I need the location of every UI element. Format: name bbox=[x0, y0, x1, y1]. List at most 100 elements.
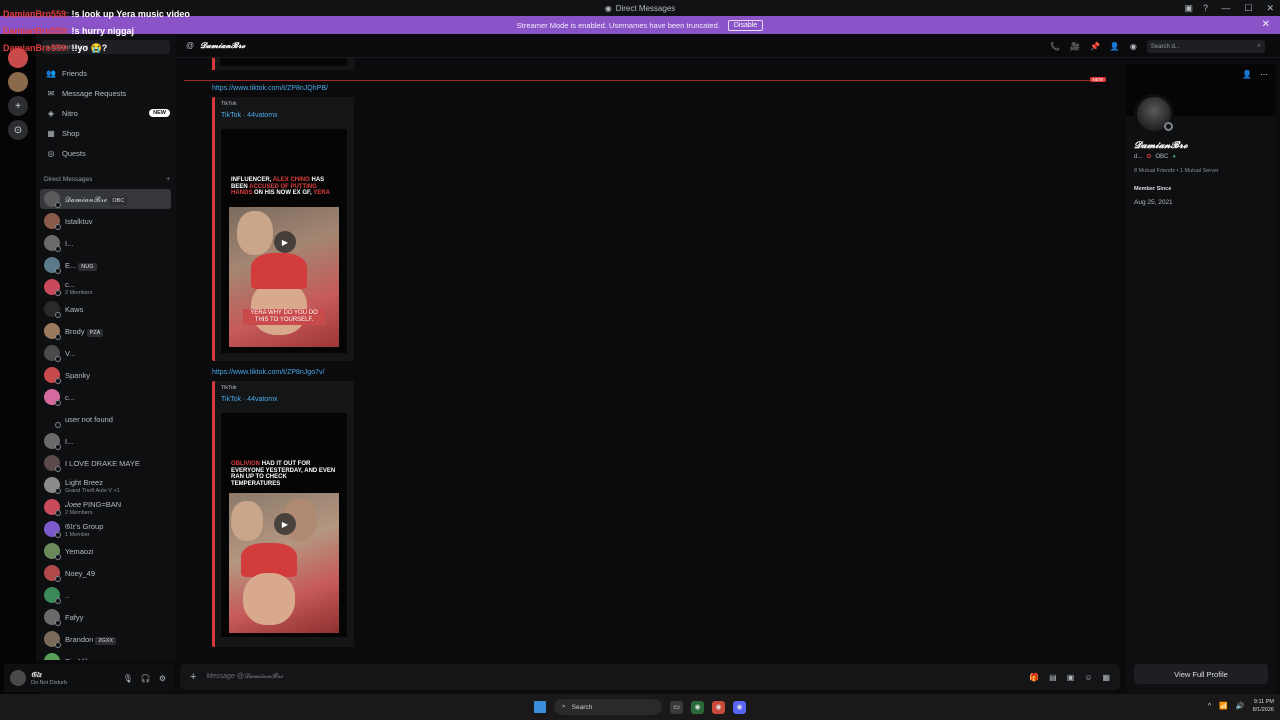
nav-shop[interactable]: ▦ Shop bbox=[42, 124, 170, 142]
dm-list-item[interactable]: Light Breez Grand Theft Auto V +1 bbox=[40, 475, 171, 495]
search-input[interactable]: Search d... ⌕ bbox=[1146, 40, 1265, 53]
embed-title[interactable]: TikTok · 44vatomx bbox=[221, 396, 278, 403]
dm-list-item[interactable]: user not found bbox=[40, 409, 171, 429]
emoji-icon[interactable]: ☺ bbox=[1084, 673, 1092, 682]
dm-list-item[interactable]: Fafyy bbox=[40, 607, 171, 627]
microphone-icon[interactable]: 🎙 bbox=[123, 674, 133, 683]
avatar bbox=[44, 433, 61, 450]
minimize-button[interactable]: — bbox=[1221, 3, 1230, 13]
dm-list-item[interactable]: E... NUG bbox=[40, 255, 171, 275]
embed-video[interactable]: Oblivion had it out for everyone yesterd… bbox=[221, 413, 347, 637]
clock[interactable]: 9:11 PM 8/1/2026 bbox=[1253, 698, 1274, 714]
status-indicator bbox=[55, 620, 61, 626]
dm-list-item[interactable]: 𝓓𝓪𝓶𝓲𝓪𝓷𝓑𝓻𝓸 OBC bbox=[40, 189, 171, 209]
dm-list-item[interactable]: Kaws bbox=[40, 299, 171, 319]
help-icon[interactable]: ? bbox=[1203, 3, 1208, 13]
profile-toggle-icon[interactable]: ◉ bbox=[1130, 42, 1137, 51]
dm-list-item[interactable]: 𝐽𝑜𝑒𝑒 PING=BAN 2 Members bbox=[40, 497, 171, 517]
embed-video[interactable]: Influencer, Alex Chino has been accused … bbox=[221, 129, 347, 353]
apps-icon[interactable]: ▦ bbox=[1102, 673, 1110, 682]
avatar bbox=[44, 323, 61, 340]
chevron-up-icon[interactable]: ^ bbox=[1208, 703, 1211, 710]
play-icon[interactable]: ▶ bbox=[274, 513, 296, 535]
nav-message-requests[interactable]: ✉ Message Requests bbox=[42, 84, 170, 102]
dm-subtext: 2 Members bbox=[65, 510, 93, 516]
dm-list-item[interactable]: V... bbox=[40, 343, 171, 363]
voice-call-icon[interactable]: 📞 bbox=[1050, 42, 1060, 51]
settings-gear-icon[interactable]: ⚙ bbox=[159, 674, 166, 683]
server-icon[interactable] bbox=[8, 72, 28, 92]
status-indicator bbox=[55, 642, 61, 648]
nav-friends[interactable]: 👥 Friends bbox=[42, 64, 170, 82]
avatar bbox=[44, 257, 61, 274]
chat-area: @ 𝓓𝓪𝓶𝓲𝓪𝓷𝓑𝓻𝓸 NEW https://www.tiktok.com/t… bbox=[176, 34, 1280, 694]
overlay-chat-line: DamianBro559: !s look up Yera music vide… bbox=[3, 9, 190, 19]
dm-header-label: Direct Messages bbox=[44, 176, 93, 183]
dm-list-item[interactable]: .. bbox=[40, 585, 171, 605]
embed-title[interactable]: TikTok · 44vatomx bbox=[221, 112, 278, 119]
dm-list-item[interactable]: I... bbox=[40, 233, 171, 253]
gift-icon[interactable]: 🎁 bbox=[1029, 673, 1039, 682]
headphones-icon[interactable]: 🎧 bbox=[141, 674, 151, 683]
dm-list-item[interactable]: Brandon 2GXX bbox=[40, 629, 171, 649]
dm-list-item[interactable]: Noey_49 bbox=[40, 563, 171, 583]
guild-tag: 2GXX bbox=[95, 637, 117, 645]
dm-list-item[interactable]: I LOVE DRAKE MAYE bbox=[40, 453, 171, 473]
more-icon[interactable]: ⋯ bbox=[1260, 70, 1268, 79]
close-window-button[interactable]: ✕ bbox=[1266, 3, 1274, 14]
message-link[interactable]: https://www.tiktok.com/t/ZP8nJQhPB/ bbox=[212, 85, 328, 92]
view-full-profile-button[interactable]: View Full Profile bbox=[1134, 664, 1268, 684]
windows-start-icon[interactable] bbox=[534, 701, 546, 713]
add-friends-icon[interactable]: 👤 bbox=[1110, 42, 1120, 51]
dm-list-item[interactable]: Spanky bbox=[40, 365, 171, 385]
mutual-info[interactable]: 8 Mutual Friends • 1 Mutual Server bbox=[1134, 168, 1219, 174]
dm-list-item[interactable]: Big Mike bbox=[40, 651, 171, 660]
status-indicator bbox=[55, 510, 61, 516]
sticker-icon[interactable]: ▣ bbox=[1067, 673, 1075, 682]
play-icon[interactable]: ▶ bbox=[274, 231, 296, 253]
maximize-button[interactable]: ☐ bbox=[1244, 3, 1252, 14]
profile-username: d... bbox=[1134, 153, 1143, 160]
avatar bbox=[44, 587, 61, 604]
close-icon[interactable]: ✕ bbox=[1262, 19, 1270, 30]
dm-list-item[interactable]: Brody PZA bbox=[40, 321, 171, 341]
app-icon[interactable]: ◉ bbox=[712, 700, 725, 714]
status-indicator bbox=[55, 532, 61, 538]
video-bottom-text: YERA WHY DO YOU DO THIS TO YOURSELF. bbox=[243, 309, 325, 325]
video-call-icon[interactable]: 🎥 bbox=[1070, 42, 1080, 51]
dm-list-item[interactable]: c... 2 Members bbox=[40, 277, 171, 297]
file-explorer-icon[interactable]: ▭ bbox=[670, 700, 683, 714]
gif-icon[interactable]: ▤ bbox=[1049, 673, 1057, 682]
dm-list-item[interactable]: Istalktuv bbox=[40, 211, 171, 231]
avatar[interactable] bbox=[10, 670, 26, 686]
add-server-icon[interactable]: + bbox=[8, 96, 28, 116]
dm-list-item[interactable]: c... bbox=[40, 387, 171, 407]
pin-icon[interactable]: 📌 bbox=[1090, 42, 1100, 51]
chrome-icon[interactable]: ◉ bbox=[691, 700, 704, 714]
nav-nitro[interactable]: ◈ Nitro NEW bbox=[42, 104, 170, 122]
avatar bbox=[44, 367, 61, 384]
status-indicator bbox=[55, 444, 61, 450]
message-link[interactable]: https://www.tiktok.com/t/ZP8nJgo7v/ bbox=[212, 369, 324, 376]
dm-list-item[interactable]: 𝔊𝔩𝔵's Group 1 Member bbox=[40, 519, 171, 539]
dm-list-item[interactable]: I... bbox=[40, 431, 171, 451]
discover-icon[interactable]: ⊙ bbox=[8, 120, 28, 140]
volume-icon[interactable]: 🔊 bbox=[1236, 702, 1245, 710]
dm-name: V... bbox=[65, 349, 76, 358]
inbox-icon[interactable]: ▣ bbox=[1184, 3, 1193, 14]
dm-list-item[interactable]: Yemaozi bbox=[40, 541, 171, 561]
taskbar-search[interactable]: ⌕ Search bbox=[554, 699, 662, 715]
discord-taskbar-icon[interactable]: ◉ bbox=[733, 700, 746, 714]
dm-text: Yemaozi bbox=[65, 545, 94, 557]
message-composer[interactable]: + Message @𝓓𝓪𝓶𝓲𝓪𝓷𝓑𝓻𝓸 🎁 ▤ ▣ ☺ ▦ bbox=[180, 664, 1120, 690]
new-label: NEW bbox=[1089, 77, 1106, 82]
network-icon[interactable]: 📶 bbox=[1219, 702, 1228, 710]
nav-quests[interactable]: ◎ Quests bbox=[42, 144, 170, 162]
add-friend-icon[interactable]: 👤 bbox=[1242, 70, 1252, 79]
create-dm-button[interactable]: + bbox=[166, 176, 170, 183]
profile-avatar[interactable] bbox=[1134, 94, 1174, 134]
disable-streamer-button[interactable]: Disable bbox=[727, 19, 764, 31]
add-attachment-icon[interactable]: + bbox=[190, 671, 196, 683]
window-titlebar: ◉ Direct Messages ▣ ? — ☐ ✕ bbox=[0, 0, 1280, 16]
nitro-icon: ◈ bbox=[47, 108, 55, 118]
